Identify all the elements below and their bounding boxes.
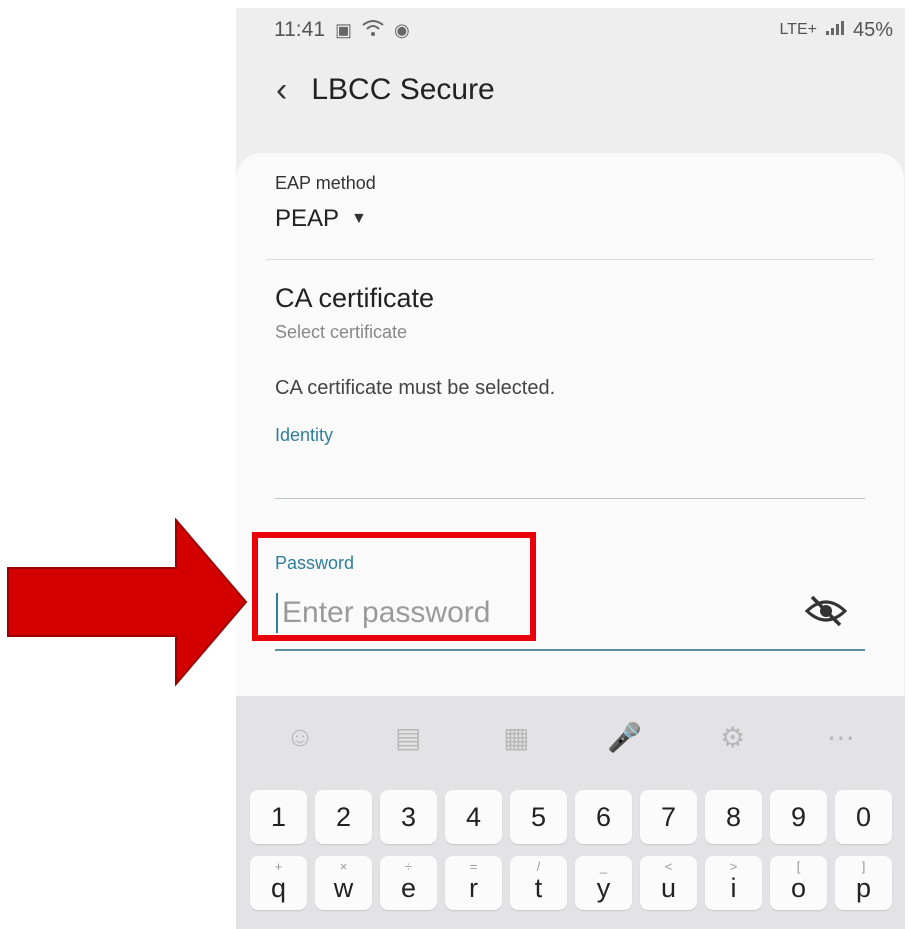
- password-underline: [275, 649, 865, 651]
- app-bar: ‹ LBCC Secure: [236, 60, 905, 120]
- ca-certificate-item[interactable]: CA certificate Select certificate: [275, 283, 875, 383]
- microphone-icon[interactable]: 🎤: [605, 717, 645, 757]
- eap-method-dropdown[interactable]: PEAP ▼: [275, 205, 367, 233]
- key-e[interactable]: ÷ e: [380, 856, 437, 910]
- key-1[interactable]: 1: [250, 790, 307, 844]
- key-6[interactable]: 6: [575, 790, 632, 844]
- keyboard-toolbar: ☺ ▤ ▦ 🎤 ⚙ ⋯: [236, 696, 905, 778]
- page-title: LBCC Secure: [311, 73, 495, 106]
- identity-input[interactable]: [275, 458, 869, 494]
- key-u[interactable]: < u: [640, 856, 697, 910]
- divider: [266, 259, 874, 260]
- hide-password-icon[interactable]: [804, 593, 848, 629]
- network-type: LTE+: [779, 21, 817, 38]
- phone-screen: 11:41 ▣ ◉ LTE+ 45% ‹ LBCC Secure EAP met…: [236, 8, 905, 929]
- key-o[interactable]: [o: [770, 856, 827, 910]
- gif-icon[interactable]: ▦: [496, 717, 536, 757]
- card-edge: [236, 208, 241, 448]
- signal-icon: [825, 20, 845, 41]
- identity-underline: [275, 498, 865, 499]
- ca-certificate-title: CA certificate: [275, 283, 435, 313]
- status-right: LTE+ 45%: [779, 19, 893, 42]
- battery-percent: 45%: [852, 18, 893, 41]
- gallery-icon: ▣: [335, 19, 353, 40]
- status-left: 11:41 ▣ ◉: [274, 18, 410, 42]
- ca-certificate-subtitle: Select certificate: [275, 322, 408, 342]
- key-4[interactable]: 4: [445, 790, 502, 844]
- red-pointer-arrow-icon: [7, 518, 248, 687]
- key-q[interactable]: + q: [250, 856, 307, 910]
- key-p[interactable]: ] p: [835, 856, 892, 910]
- key-2[interactable]: 2: [315, 790, 372, 844]
- key-t[interactable]: / t: [510, 856, 567, 910]
- identity-label: Identity: [275, 425, 334, 445]
- key-5[interactable]: 5: [510, 790, 567, 844]
- soft-keyboard: ☺ ▤ ▦ 🎤 ⚙ ⋯ 1 2 3 4 5 6 7 8 9 0 + q × w ÷ e…: [236, 696, 905, 929]
- key-y[interactable]: _ y: [575, 856, 632, 910]
- more-options-icon[interactable]: ⋯: [821, 717, 861, 757]
- settings-gear-icon[interactable]: ⚙: [713, 717, 753, 757]
- ca-certificate-error: CA certificate must be selected.: [275, 377, 556, 399]
- key-r[interactable]: = r: [445, 856, 502, 910]
- wifi-icon: [362, 19, 384, 42]
- key-9[interactable]: 9: [770, 790, 827, 844]
- back-arrow-icon[interactable]: ‹: [276, 73, 287, 107]
- eap-method-label: EAP method: [275, 173, 376, 193]
- sticker-icon[interactable]: ▤: [388, 717, 428, 757]
- key-8[interactable]: 8: [705, 790, 762, 844]
- dropdown-caret-icon: ▼: [351, 210, 367, 227]
- eye-status-icon: ◉: [394, 19, 410, 40]
- emoji-icon[interactable]: ☺: [280, 717, 320, 757]
- key-3[interactable]: 3: [380, 790, 437, 844]
- status-time: 11:41: [274, 18, 325, 41]
- key-w[interactable]: × w: [315, 856, 372, 910]
- eap-method-value: PEAP: [275, 205, 340, 232]
- key-i[interactable]: > i: [705, 856, 762, 910]
- key-7[interactable]: 7: [640, 790, 697, 844]
- key-0[interactable]: 0: [835, 790, 892, 844]
- password-highlight-box: [252, 532, 536, 641]
- status-bar: 11:41 ▣ ◉ LTE+ 45%: [236, 8, 905, 52]
